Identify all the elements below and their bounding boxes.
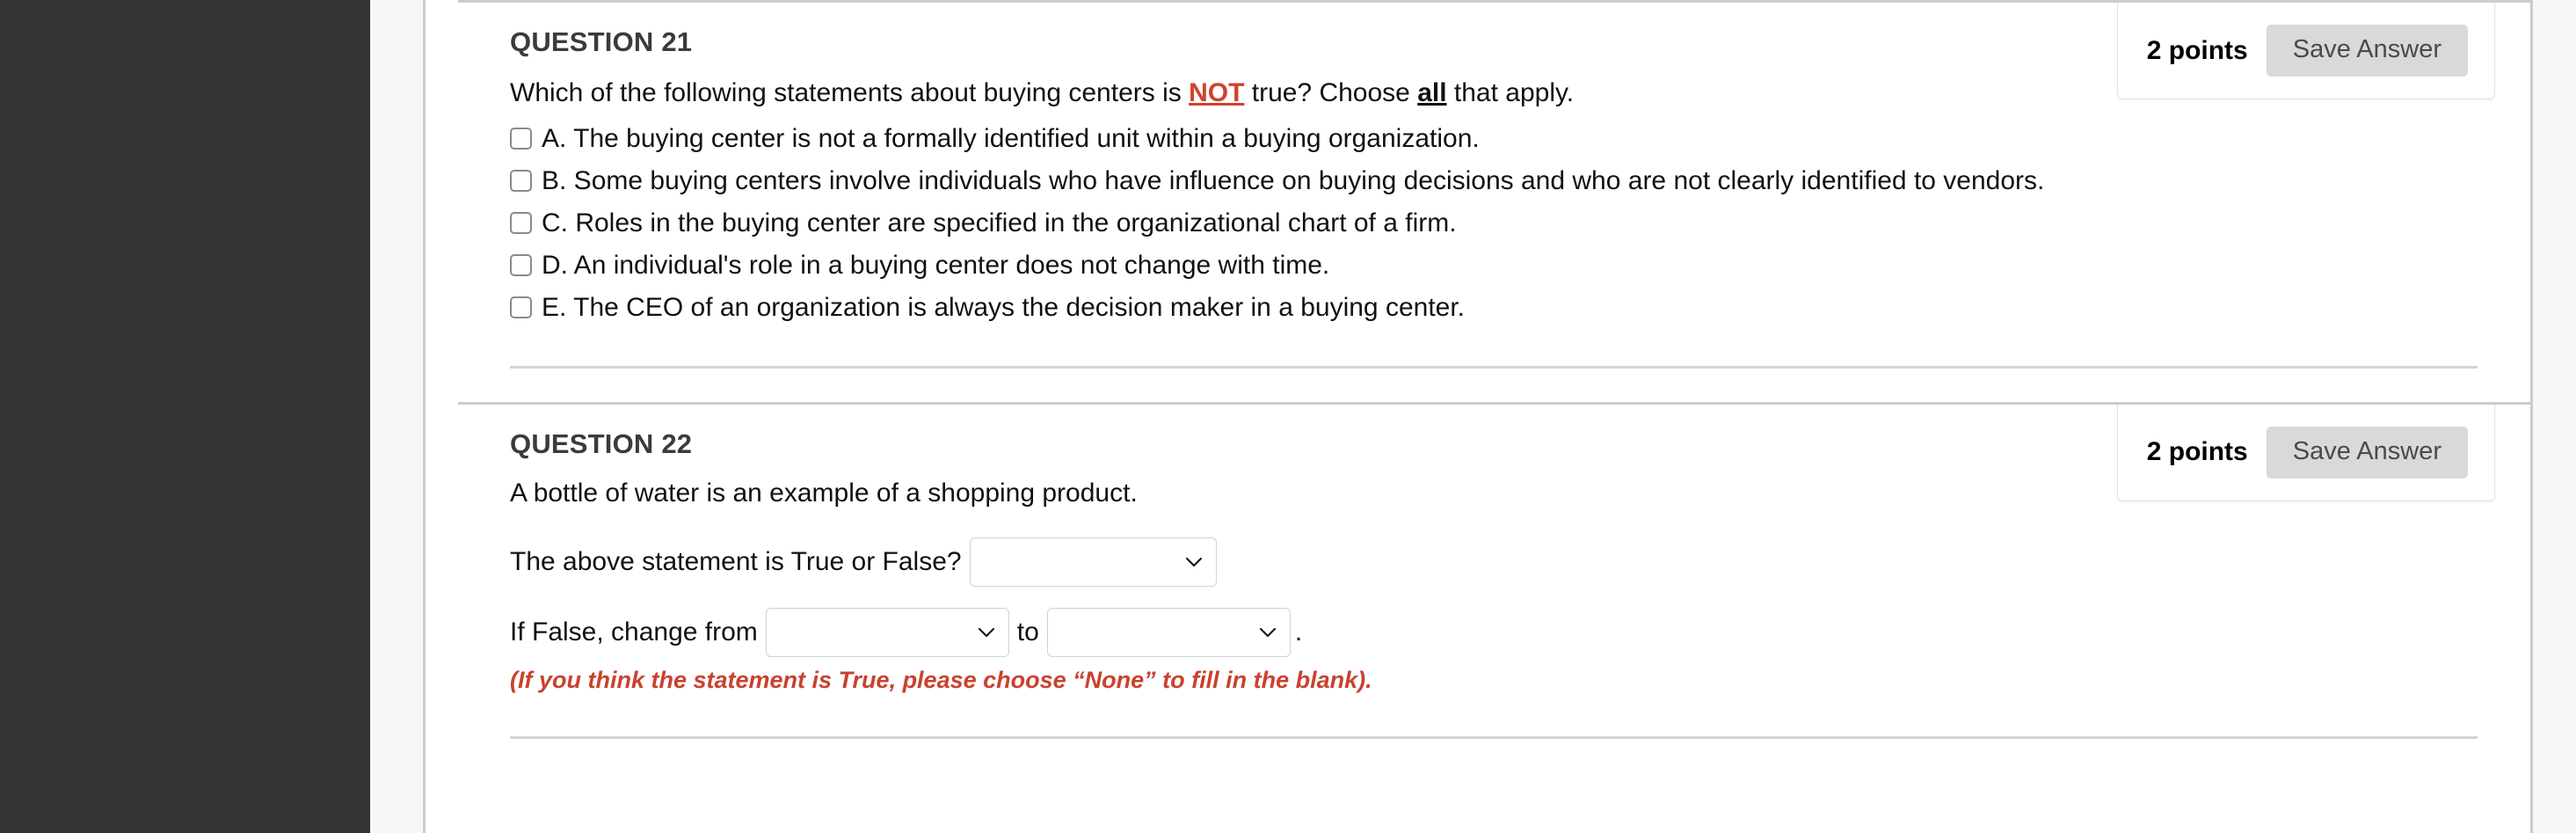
question-22-points-box: 2 points Save Answer <box>2116 404 2495 501</box>
change-from-to-row: If False, change from to . <box>510 603 2478 661</box>
question-22-points-label: 2 points <box>2146 437 2248 467</box>
question-21-body: Which of the following statements about … <box>458 77 2530 332</box>
question-card-21: QUESTION 21 2 points Save Answer Which o… <box>458 0 2530 402</box>
spacer-before-question-22 <box>458 369 2530 402</box>
question-22-hint: (If you think the statement is True, ple… <box>510 666 1372 693</box>
option-label-e: E. The CEO of an organization is always … <box>542 292 1466 322</box>
option-label-c: C. Roles in the buying center are specif… <box>542 208 1457 237</box>
question-22-bottom-rule <box>510 735 2478 739</box>
true-false-dropdown[interactable] <box>969 537 1217 587</box>
quiz-content-column: QUESTION 21 2 points Save Answer Which o… <box>426 0 2530 833</box>
trailing-period: . <box>1294 617 1303 647</box>
prompt-text-part3: that apply. <box>1446 78 1575 107</box>
checkbox-option-d[interactable] <box>510 253 532 276</box>
prompt-emphasis-all: all <box>1417 78 1447 107</box>
question-21-title: QUESTION 21 <box>510 26 693 57</box>
prompt-emphasis-not: NOT <box>1189 78 1245 107</box>
prompt-text-part2: true? Choose <box>1244 78 1418 107</box>
checkbox-option-c[interactable] <box>510 211 532 234</box>
to-label: to <box>1016 617 1039 647</box>
true-false-label: The above statement is True or False? <box>510 546 962 576</box>
right-gutter <box>2533 0 2576 833</box>
question-21-points-label: 2 points <box>2146 35 2248 65</box>
change-from-dropdown[interactable] <box>765 607 1009 657</box>
option-label-d: D. An individual's role in a buying cent… <box>542 250 1330 280</box>
page-root: QUESTION 21 2 points Save Answer Which o… <box>0 0 2576 833</box>
left-gutter <box>370 0 423 833</box>
chevron-down-icon <box>1184 552 1204 572</box>
question-22-header: QUESTION 22 2 points Save Answer <box>458 404 2530 501</box>
change-from-label: If False, change from <box>510 617 758 647</box>
spacer-after-options <box>458 332 2530 366</box>
spacer-between-rows <box>510 591 2478 603</box>
chevron-down-icon <box>977 623 996 642</box>
question-22-body: A bottle of water is an example of a sho… <box>458 479 2530 694</box>
chevron-down-icon <box>1258 623 1277 642</box>
left-nav-rail <box>0 0 370 833</box>
option-label-b: B. Some buying centers involve individua… <box>542 165 2045 195</box>
checkbox-option-e[interactable] <box>510 296 532 318</box>
question-21-save-answer-button[interactable]: Save Answer <box>2266 25 2468 77</box>
option-label-a: A. The buying center is not a formally i… <box>542 123 1480 153</box>
true-false-row: The above statement is True or False? <box>510 533 2478 591</box>
question-21-points-box: 2 points Save Answer <box>2116 3 2495 99</box>
spacer-after-question-22 <box>458 694 2530 736</box>
option-row-a[interactable]: A. The buying center is not a formally i… <box>510 121 2478 164</box>
option-row-b[interactable]: B. Some buying centers involve individua… <box>510 164 2478 206</box>
option-row-d[interactable]: D. An individual's role in a buying cent… <box>510 248 2478 290</box>
question-22-title: QUESTION 22 <box>510 427 693 459</box>
spacer-after-statement <box>510 508 2478 533</box>
checkbox-option-b[interactable] <box>510 169 532 192</box>
option-row-e[interactable]: E. The CEO of an organization is always … <box>510 290 2478 332</box>
question-card-22: QUESTION 22 2 points Save Answer A bottl… <box>458 401 2530 739</box>
change-to-dropdown[interactable] <box>1046 607 1291 657</box>
question-21-header: QUESTION 21 2 points Save Answer <box>458 3 2530 99</box>
option-row-c[interactable]: C. Roles in the buying center are specif… <box>510 206 2478 248</box>
prompt-text-part1: Which of the following statements about … <box>510 78 1190 107</box>
question-22-save-answer-button[interactable]: Save Answer <box>2266 426 2468 479</box>
checkbox-option-a[interactable] <box>510 127 532 150</box>
